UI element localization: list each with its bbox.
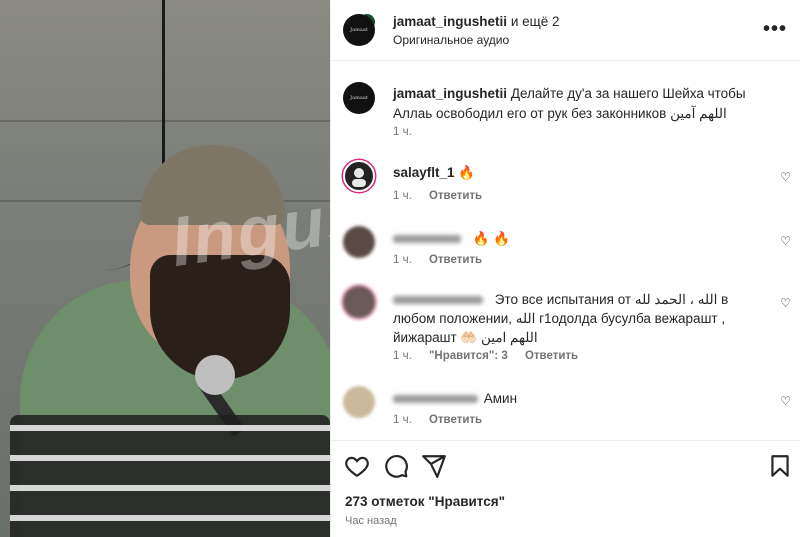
user-silhouette-icon bbox=[352, 168, 366, 187]
stand-bar bbox=[10, 425, 330, 431]
heart-icon[interactable]: ♡ bbox=[780, 296, 791, 310]
stand-bar bbox=[10, 515, 330, 521]
post-header: Jamaat jamaat_ingushetii и ещё 2 Оригина… bbox=[331, 0, 800, 61]
post-time: Час назад bbox=[345, 515, 397, 527]
heart-icon[interactable]: ♡ bbox=[780, 394, 791, 408]
more-accounts[interactable]: и ещё 2 bbox=[511, 14, 560, 29]
comment-text: 🔥 🔥 bbox=[472, 231, 511, 246]
post-media[interactable]: Ingushka bbox=[0, 0, 330, 537]
comment-likes[interactable]: "Нравится": 3 bbox=[429, 350, 508, 362]
comment-time: 1 ч. bbox=[393, 254, 412, 266]
post-panel: Jamaat jamaat_ingushetii и ещё 2 Оригина… bbox=[330, 0, 800, 537]
comment-text: Амин bbox=[483, 391, 518, 406]
comment-meta: 1 ч. "Нравится": 3 Ответить bbox=[393, 350, 592, 362]
save-icon[interactable] bbox=[767, 453, 793, 479]
comment-line: salayflt_1 🔥 bbox=[393, 164, 763, 182]
comment-time: 1 ч. bbox=[393, 350, 412, 362]
blurred-username[interactable] bbox=[393, 395, 478, 404]
caption-text: jamaat_ingushetii Делайте ду'а за нашего… bbox=[393, 84, 783, 124]
comment-line: Это все испытания от الله ، الحمد لله в … bbox=[393, 290, 763, 347]
author-username[interactable]: jamaat_ingushetii bbox=[393, 14, 507, 29]
audio-label[interactable]: Оригинальное аудио bbox=[393, 33, 509, 47]
blurred-username[interactable] bbox=[393, 235, 461, 244]
comment-time: 1 ч. bbox=[393, 414, 412, 426]
heart-icon[interactable]: ♡ bbox=[780, 170, 791, 184]
stand-bar bbox=[10, 485, 330, 491]
reply-button[interactable]: Ответить bbox=[429, 190, 482, 202]
comment-avatar[interactable] bbox=[343, 160, 375, 192]
comment-icon[interactable] bbox=[383, 453, 409, 479]
likes-count[interactable]: 273 отметок "Нравится" bbox=[345, 494, 505, 509]
heart-icon[interactable]: ♡ bbox=[780, 234, 791, 248]
comment-avatar[interactable] bbox=[343, 386, 375, 418]
comment-line: 🔥 🔥 bbox=[393, 230, 763, 248]
post-author[interactable]: jamaat_ingushetii и ещё 2 bbox=[393, 14, 560, 29]
caption-avatar[interactable]: Jamaat bbox=[343, 82, 375, 114]
comment-time: 1 ч. bbox=[393, 190, 412, 202]
stand-bar bbox=[10, 455, 330, 461]
reply-button[interactable]: Ответить bbox=[525, 350, 578, 362]
comment-username[interactable]: salayflt_1 bbox=[393, 165, 455, 180]
comment-meta: 1 ч. Ответить bbox=[393, 190, 496, 202]
comment-meta: 1 ч. Ответить bbox=[393, 254, 496, 266]
like-icon[interactable] bbox=[344, 453, 370, 479]
comment-text: 🔥 bbox=[458, 165, 476, 180]
reply-button[interactable]: Ответить bbox=[429, 254, 482, 266]
caption-time: 1 ч. bbox=[393, 126, 412, 138]
comment-line: Амин bbox=[393, 390, 763, 408]
wall-line bbox=[0, 120, 330, 122]
comment-meta: 1 ч. Ответить bbox=[393, 414, 496, 426]
comment-avatar[interactable] bbox=[343, 226, 375, 258]
account-avatar[interactable]: Jamaat bbox=[343, 14, 375, 46]
reply-button[interactable]: Ответить bbox=[429, 414, 482, 426]
microphone bbox=[195, 355, 235, 395]
comment-avatar[interactable] bbox=[343, 286, 375, 318]
post-actions: 273 отметок "Нравится" Час назад bbox=[331, 440, 800, 537]
blurred-username[interactable] bbox=[393, 296, 483, 305]
share-icon[interactable] bbox=[421, 453, 447, 479]
caption-username[interactable]: jamaat_ingushetii bbox=[393, 86, 507, 101]
more-icon[interactable]: ••• bbox=[763, 18, 787, 41]
